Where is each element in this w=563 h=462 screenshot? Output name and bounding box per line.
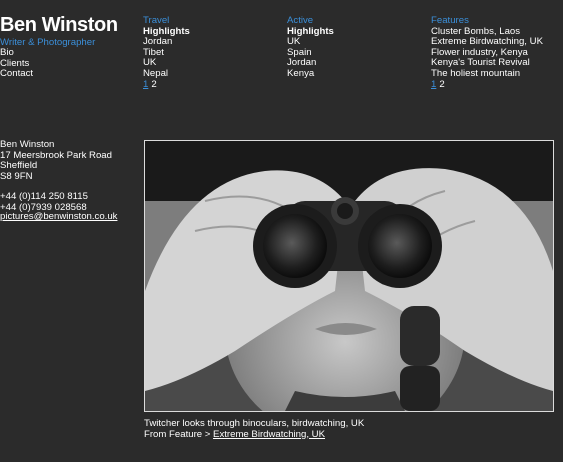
- binoculars-photo-illustration: [145, 141, 553, 411]
- photo-caption-block: Twitcher looks through binoculars, birdw…: [144, 418, 364, 441]
- features-column: Features Cluster Bombs, Laos Extreme Bir…: [431, 15, 563, 91]
- contact-address: Ben Winston 17 Meersbrook Park Road Shef…: [0, 139, 112, 214]
- travel-column: Travel Highlights Jordan Tibet UK Nepal …: [143, 15, 283, 91]
- email-link[interactable]: pictures@benwinston.co.uk: [0, 211, 117, 223]
- nav-item-contact[interactable]: Contact: [0, 69, 33, 80]
- travel-item-jordan[interactable]: Jordan: [143, 37, 283, 48]
- page-link-2[interactable]: 2: [439, 79, 444, 90]
- active-item-kenya[interactable]: Kenya: [287, 68, 427, 80]
- photo-source: From Feature > Extreme Birdwatching, UK: [144, 428, 364, 441]
- page-link-1[interactable]: 1: [143, 79, 148, 90]
- column-section-label: Highlights: [287, 25, 334, 37]
- from-feature-prefix: From Feature >: [144, 428, 214, 440]
- features-pager: 12: [431, 79, 563, 91]
- travel-pager: 12: [143, 79, 283, 91]
- contact-postcode: S8 9FN: [0, 170, 33, 182]
- left-nav: Bio Clients Contact: [0, 47, 33, 80]
- page-link-2[interactable]: 2: [151, 79, 156, 90]
- active-column: Active Highlights UK Spain Jordan Kenya: [287, 15, 427, 80]
- feature-item-holiest-mountain[interactable]: The holiest mountain: [431, 68, 563, 80]
- feature-photo[interactable]: [144, 140, 554, 412]
- column-heading-features[interactable]: Features: [431, 15, 563, 27]
- page-link-1[interactable]: 1: [431, 79, 436, 90]
- feature-link[interactable]: Extreme Birdwatching, UK: [213, 429, 325, 440]
- column-heading-travel[interactable]: Travel: [143, 15, 283, 27]
- contact-name: Ben Winston: [0, 139, 55, 150]
- column-heading-active[interactable]: Active: [287, 15, 427, 27]
- travel-item-nepal[interactable]: Nepal: [143, 68, 283, 80]
- travel-item-tibet[interactable]: Tibet: [143, 47, 283, 59]
- site-tagline: Writer & Photographer: [0, 37, 96, 48]
- nav-item-bio[interactable]: Bio: [0, 47, 33, 59]
- site-title[interactable]: Ben Winston: [0, 14, 118, 36]
